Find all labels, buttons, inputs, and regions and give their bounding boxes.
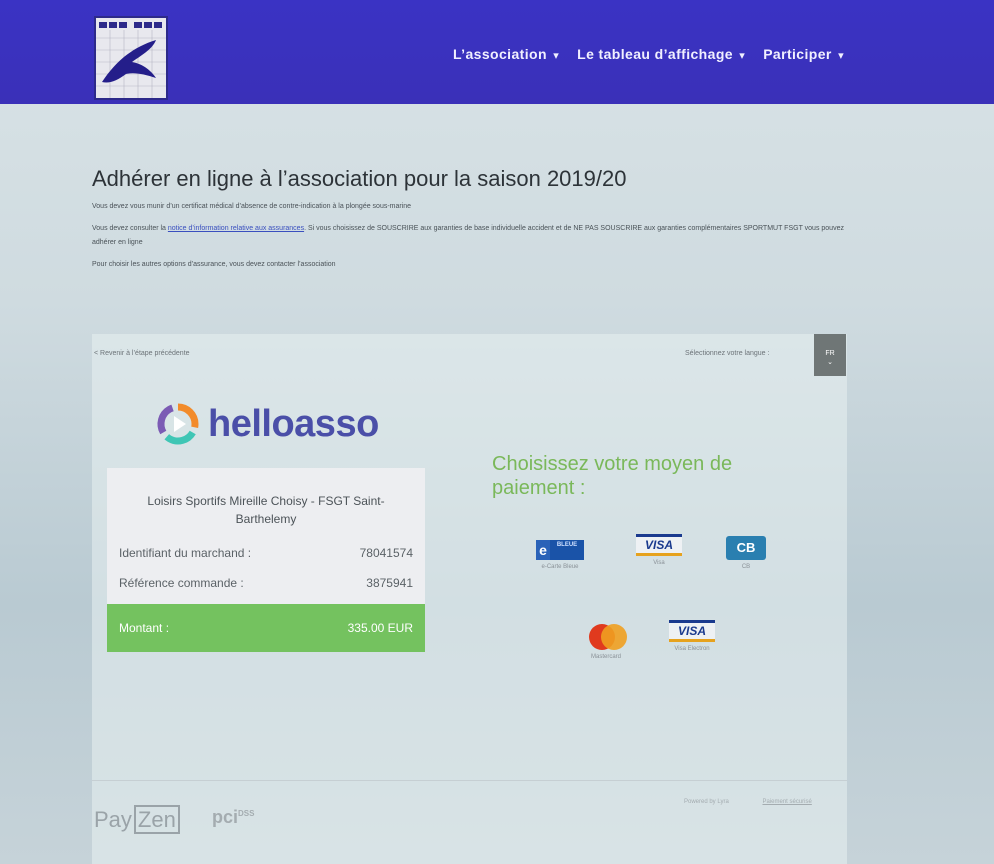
insurance-notice-link[interactable]: notice d’information relative aux assura… xyxy=(168,225,304,232)
chevron-down-icon: ⌄ xyxy=(827,359,833,366)
main-nav: L’association ▾ Le tableau d’affichage ▾… xyxy=(453,46,844,62)
turtle-logo-icon xyxy=(96,18,166,98)
method-visa-electron[interactable]: VISA Visa Electron xyxy=(664,620,720,652)
payment-frame-header: < Revenir à l’étape précédente Sélection… xyxy=(92,334,847,376)
order-row: Référence commande : 3875941 xyxy=(107,568,425,598)
nav-association-label: L’association xyxy=(453,46,547,62)
language-selector[interactable]: FR ⌄ xyxy=(814,334,846,376)
method-label: CB xyxy=(741,564,751,570)
page-title: Adhérer en ligne à l’association pour la… xyxy=(92,166,627,191)
nav-participer[interactable]: Participer ▾ xyxy=(763,46,844,62)
insurance-note-prefix: Vous devez consulter la xyxy=(92,225,168,232)
insurance-note: Vous devez consulter la notice d’informa… xyxy=(92,222,852,250)
legal-link[interactable]: Paiement sécurisé xyxy=(762,799,811,805)
method-label: Mastercard xyxy=(590,654,621,660)
medical-certificate-note: Vous devez vous munir d’un certificat mé… xyxy=(92,203,412,210)
brand-name: helloasso xyxy=(208,402,379,445)
method-label: Visa Electron xyxy=(674,646,710,652)
back-link[interactable]: < Revenir à l’étape précédente xyxy=(94,350,190,357)
amount-row: Montant : 335.00 EUR xyxy=(107,604,425,652)
mastercard-icon xyxy=(583,624,629,650)
method-cb[interactable]: CB CB xyxy=(724,536,768,570)
pci-sub-text: DSS xyxy=(238,809,255,818)
merchant-value: 78041574 xyxy=(359,546,413,560)
helloasso-logo-icon xyxy=(157,403,199,445)
footer-links: Powered by Lyra Paiement sécurisé xyxy=(684,799,812,805)
method-label: e-Carte Bleue xyxy=(541,564,579,570)
method-label: Visa xyxy=(653,560,665,566)
order-value: 3875941 xyxy=(366,576,413,590)
merchant-label: Identifiant du marchand : xyxy=(119,546,252,560)
cb-e-mark: e xyxy=(536,540,550,560)
choose-payment-title: Choisissez votre moyen de paiement : xyxy=(492,453,733,499)
other-options-note: Pour choisir les autres options d’assura… xyxy=(92,261,336,268)
method-mastercard[interactable]: Mastercard xyxy=(578,624,634,660)
nav-association[interactable]: L’association ▾ xyxy=(453,46,559,62)
nav-tableau-label: Le tableau d’affichage xyxy=(577,46,733,62)
method-visa[interactable]: VISA Visa xyxy=(634,534,684,566)
visa-icon: VISA xyxy=(636,534,682,556)
chevron-down-icon: ▾ xyxy=(838,50,844,62)
payment-footer: Pay Zen pciDSS Powered by Lyra Paiement s… xyxy=(92,780,847,864)
order-summary: Loisirs Sportifs Mireille Choisy - FSGT … xyxy=(107,468,425,652)
powered-by-text: Powered by Lyra xyxy=(684,799,729,805)
membership-intro: Adhérer en ligne à l’association pour la… xyxy=(92,166,852,272)
helloasso-brand: helloasso xyxy=(156,398,379,450)
pci-text: pci xyxy=(212,807,239,827)
method-e-carte-bleue[interactable]: e BLEUE e-Carte Bleue xyxy=(530,540,590,570)
top-navbar: L’association ▾ Le tableau d’affichage ▾… xyxy=(0,0,994,104)
payzen-zen-text: Zen xyxy=(133,805,180,834)
club-logo[interactable] xyxy=(94,16,168,100)
visa-electron-icon: VISA xyxy=(669,620,715,642)
order-label: Référence commande : xyxy=(119,576,244,590)
chevron-down-icon: ▾ xyxy=(739,50,746,62)
payzen-pay-text: Pay xyxy=(94,807,132,832)
nav-tableau-affichage[interactable]: Le tableau d’affichage ▾ xyxy=(577,46,745,62)
organization-name: Loisirs Sportifs Mireille Choisy - FSGT … xyxy=(147,494,385,526)
amount-label: Montant : xyxy=(119,621,170,635)
pci-dss-logo: pciDSS xyxy=(212,807,254,828)
merchant-row: Identifiant du marchand : 78041574 xyxy=(107,538,425,568)
payzen-logo: Pay Zen xyxy=(94,805,180,834)
nav-participer-label: Participer xyxy=(763,46,832,62)
language-value: FR xyxy=(825,350,835,357)
amount-value: 335.00 EUR xyxy=(347,621,413,635)
cb-bleue-mark: BLEUE xyxy=(550,540,584,560)
language-label: Sélectionnez votre langue : xyxy=(685,350,770,357)
e-carte-bleue-icon: e BLEUE xyxy=(536,540,584,560)
cb-icon: CB xyxy=(726,536,766,560)
chevron-down-icon: ▾ xyxy=(553,50,560,62)
